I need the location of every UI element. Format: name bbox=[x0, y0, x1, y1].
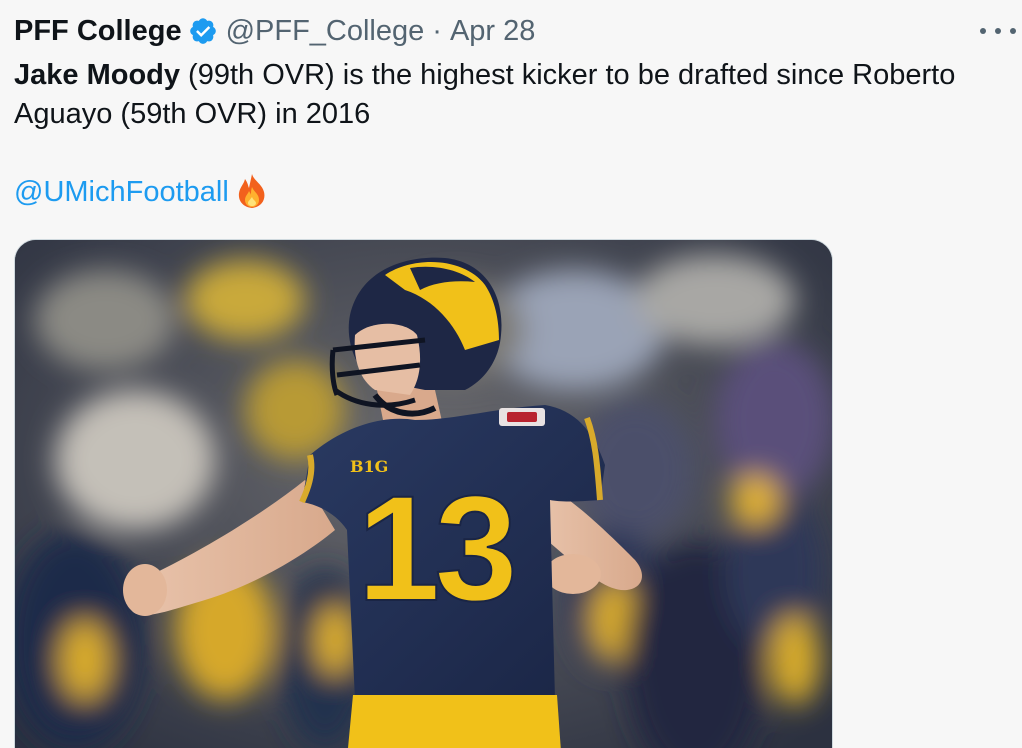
separator-dot: · bbox=[432, 15, 442, 47]
jersey-number: 13 bbox=[357, 464, 512, 632]
author-name[interactable]: PFF College bbox=[14, 12, 182, 50]
tweet-date[interactable]: Apr 28 bbox=[450, 12, 535, 50]
author-handle[interactable]: @PFF_College bbox=[226, 12, 425, 50]
mention-line: @UMichFootball bbox=[14, 173, 1014, 212]
tweet-header: PFF College @PFF_College · Apr 28 bbox=[14, 12, 535, 50]
more-dot bbox=[995, 28, 1001, 34]
verified-badge-icon bbox=[189, 18, 216, 44]
tweet-media-photo[interactable]: B1G 13 bbox=[14, 239, 833, 748]
mention-link[interactable]: @UMichFootball bbox=[14, 176, 229, 208]
tweet-card[interactable]: PFF College @PFF_College · Apr 28 Jake M… bbox=[0, 0, 1022, 748]
fire-emoji-icon bbox=[238, 174, 265, 208]
line1-rest: (99th OVR) is the highest kicker to be d… bbox=[180, 59, 956, 91]
tweet-line-2: Aguayo (59th OVR) in 2016 bbox=[14, 98, 371, 130]
tweet-line-1: Jake Moody (99th OVR) is the highest kic… bbox=[14, 56, 1014, 95]
more-options-icon[interactable] bbox=[980, 16, 1016, 46]
more-dot bbox=[1010, 28, 1016, 34]
more-dot bbox=[980, 28, 986, 34]
bold-name: Jake Moody bbox=[14, 59, 180, 91]
kicker-photo: B1G 13 bbox=[15, 240, 832, 748]
tweet-text: Jake Moody (99th OVR) is the highest kic… bbox=[14, 56, 1014, 212]
